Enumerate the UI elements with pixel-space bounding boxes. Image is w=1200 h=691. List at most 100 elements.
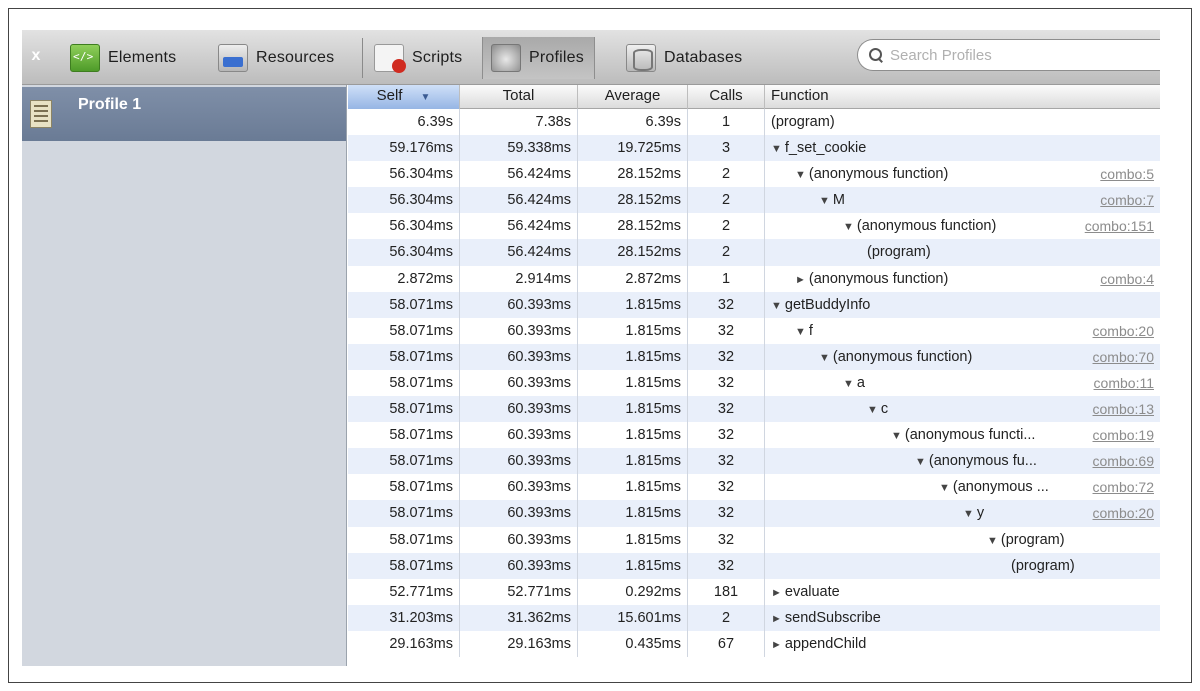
disclosure-collapsed-icon[interactable]: ► bbox=[795, 274, 806, 286]
cell-total: 60.393ms bbox=[460, 526, 578, 553]
table-row[interactable]: 52.771ms 52.771ms 0.292ms 181 ► evaluate bbox=[348, 578, 1160, 605]
disclosure-collapsed-icon[interactable]: ► bbox=[771, 587, 782, 599]
disclosure-expanded-icon[interactable]: ▼ bbox=[771, 143, 782, 155]
source-link[interactable]: combo:72 bbox=[1093, 474, 1154, 500]
source-link[interactable]: combo:70 bbox=[1093, 344, 1154, 370]
column-header-function[interactable]: Function bbox=[765, 85, 1160, 109]
cell-function: ▼ M combo:7 bbox=[765, 187, 1160, 213]
search-field[interactable] bbox=[857, 39, 1160, 71]
cell-function: ▼ (anonymous functi... combo:19 bbox=[765, 422, 1160, 448]
cell-average: 6.39s bbox=[578, 109, 688, 136]
table-row[interactable]: 58.071ms 60.393ms 1.815ms 32 (program) bbox=[348, 552, 1160, 579]
table-row[interactable]: 58.071ms 60.393ms 1.815ms 32 ▼ c combo:13 bbox=[348, 396, 1160, 423]
cell-average: 1.815ms bbox=[578, 474, 688, 501]
table-row[interactable]: 58.071ms 60.393ms 1.815ms 32 ▼ (anonymous fun… bbox=[348, 343, 1160, 370]
disclosure-expanded-icon[interactable]: ▼ bbox=[795, 326, 806, 338]
cell-function: ▼ f combo:20 bbox=[765, 318, 1160, 344]
disclosure-expanded-icon[interactable]: ▼ bbox=[867, 404, 878, 416]
cell-calls: 32 bbox=[688, 396, 765, 423]
source-link[interactable]: combo:151 bbox=[1085, 213, 1154, 239]
function-name: (program) bbox=[1011, 553, 1075, 579]
elements-tab[interactable]: Elements bbox=[70, 37, 176, 79]
sidebar-item-profile-1[interactable]: Profile 1 bbox=[22, 87, 346, 141]
disclosure-expanded-icon[interactable]: ▼ bbox=[987, 535, 998, 547]
column-header-average[interactable]: Average bbox=[578, 85, 688, 109]
column-header-self[interactable]: Self ▼ bbox=[348, 85, 460, 109]
table-row[interactable]: 56.304ms 56.424ms 28.152ms 2 ▼ Mcombo:7 bbox=[348, 187, 1160, 214]
table-row[interactable]: 58.071ms 60.393ms 1.815ms 32 ▼ (anonymous fun… bbox=[348, 422, 1160, 449]
cell-total: 31.362ms bbox=[460, 604, 578, 631]
cell-function: (program) bbox=[765, 553, 1160, 579]
source-link[interactable]: combo:13 bbox=[1093, 396, 1154, 422]
table-row[interactable]: 31.203ms 31.362ms 15.601ms 2 ► sendSubscribe bbox=[348, 604, 1160, 631]
disclosure-collapsed-icon[interactable]: ► bbox=[771, 613, 782, 625]
disclosure-expanded-icon[interactable]: ▼ bbox=[843, 378, 854, 390]
source-link[interactable]: combo:11 bbox=[1094, 370, 1154, 396]
disclosure-expanded-icon[interactable]: ▼ bbox=[915, 456, 926, 468]
function-name: ▼ getBuddyInfo bbox=[771, 292, 870, 318]
disclosure-expanded-icon[interactable]: ▼ bbox=[963, 508, 974, 520]
resources-tab[interactable]: Resources bbox=[218, 37, 334, 79]
close-icon[interactable]: x bbox=[28, 47, 44, 65]
cell-average: 1.815ms bbox=[578, 291, 688, 318]
cell-total: 60.393ms bbox=[460, 291, 578, 318]
table-row[interactable]: 56.304ms 56.424ms 28.152ms 2 ▼ (anonymous fun… bbox=[348, 213, 1160, 240]
cell-total: 29.163ms bbox=[460, 630, 578, 657]
cell-average: 1.815ms bbox=[578, 396, 688, 423]
table-row[interactable]: 56.304ms 56.424ms 28.152ms 2 (program) bbox=[348, 239, 1160, 266]
cell-total: 56.424ms bbox=[460, 187, 578, 214]
disclosure-collapsed-icon[interactable]: ► bbox=[771, 639, 782, 651]
function-name: ▼ f bbox=[795, 318, 813, 344]
column-header-calls[interactable]: Calls bbox=[688, 85, 765, 109]
table-row[interactable]: 6.39s 7.38s 6.39s 1 (program) bbox=[348, 109, 1160, 136]
table-row[interactable]: 58.071ms 60.393ms 1.815ms 32 ▼ y combo:20 bbox=[348, 500, 1160, 527]
source-link[interactable]: combo:5 bbox=[1100, 161, 1154, 187]
cell-total: 60.393ms bbox=[460, 448, 578, 475]
source-link[interactable]: combo:20 bbox=[1093, 500, 1154, 526]
table-row[interactable]: 58.071ms 60.393ms 1.815ms 32 ▼ (anonymous ...… bbox=[348, 474, 1160, 501]
table-row[interactable]: 58.071ms 60.393ms 1.815ms 32 ▼ a combo:11 bbox=[348, 369, 1160, 397]
scripts-tab[interactable]: Scripts bbox=[374, 37, 462, 79]
source-link[interactable]: combo:20 bbox=[1093, 318, 1154, 344]
cell-function: ▼ y combo:20 bbox=[765, 500, 1160, 526]
function-label: (program) bbox=[867, 244, 931, 261]
profiles-tab[interactable]: Profiles bbox=[482, 37, 595, 79]
disclosure-expanded-icon[interactable]: ▼ bbox=[795, 169, 806, 181]
table-row[interactable]: 58.071ms 60.393ms 1.815ms 32 ▼ getBuddyInfo bbox=[348, 291, 1160, 318]
disclosure-expanded-icon[interactable]: ▼ bbox=[843, 221, 854, 233]
disclosure-expanded-icon[interactable]: ▼ bbox=[819, 352, 830, 364]
elements-tab-label: Elements bbox=[108, 49, 177, 66]
toolbar: x Elements Resources Scripts Profiles Da… bbox=[22, 30, 1160, 85]
web-inspector-window: x Elements Resources Scripts Profiles Da… bbox=[22, 30, 1160, 666]
cell-total: 59.338ms bbox=[460, 135, 578, 162]
search-icon bbox=[868, 47, 884, 63]
source-link[interactable]: combo:19 bbox=[1093, 422, 1154, 448]
function-label: (anonymous fu... bbox=[928, 453, 1037, 470]
disclosure-expanded-icon[interactable]: ▼ bbox=[891, 430, 902, 442]
column-header-total[interactable]: Total bbox=[460, 85, 578, 109]
cell-self: 6.39s bbox=[348, 109, 460, 136]
table-row[interactable]: 56.304ms 56.424ms 28.152ms 2 ▼ (anonymous fun… bbox=[348, 161, 1160, 188]
profiles-icon bbox=[491, 44, 521, 72]
sidebar-item-label: Profile 1 bbox=[78, 96, 142, 113]
disclosure-expanded-icon[interactable]: ▼ bbox=[819, 195, 830, 207]
resources-icon bbox=[218, 44, 248, 72]
function-name: ► evaluate bbox=[771, 579, 840, 605]
table-row[interactable]: 58.071ms 60.393ms 1.815ms 32 ▼ (program) bbox=[348, 526, 1160, 553]
source-link[interactable]: combo:69 bbox=[1093, 448, 1154, 474]
table-row[interactable]: 59.176ms 59.338ms 19.725ms 3 ▼ f_set_cookie bbox=[348, 135, 1160, 162]
cell-average: 1.815ms bbox=[578, 500, 688, 527]
table-row[interactable]: 58.071ms 60.393ms 1.815ms 32 ▼ f combo:20 bbox=[348, 317, 1160, 344]
databases-tab[interactable]: Databases bbox=[626, 37, 742, 79]
column-header-label: Self bbox=[376, 87, 403, 104]
search-input[interactable] bbox=[890, 46, 1130, 64]
source-link[interactable]: combo:7 bbox=[1100, 187, 1154, 213]
table-row[interactable]: 29.163ms 29.163ms 0.435ms 67 ► appendChild bbox=[348, 630, 1160, 657]
disclosure-expanded-icon[interactable]: ▼ bbox=[771, 300, 782, 312]
function-name: ▼ (anonymous functi... bbox=[891, 422, 1035, 448]
source-link[interactable]: combo:4 bbox=[1100, 266, 1154, 292]
function-name: ▼ M bbox=[819, 187, 845, 213]
table-row[interactable]: 58.071ms 60.393ms 1.815ms 32 ▼ (anonymous fu.… bbox=[348, 448, 1160, 475]
table-row[interactable]: 2.872ms 2.914ms 2.872ms 1 ► (anonymous functi… bbox=[348, 265, 1160, 292]
disclosure-expanded-icon[interactable]: ▼ bbox=[939, 482, 950, 494]
